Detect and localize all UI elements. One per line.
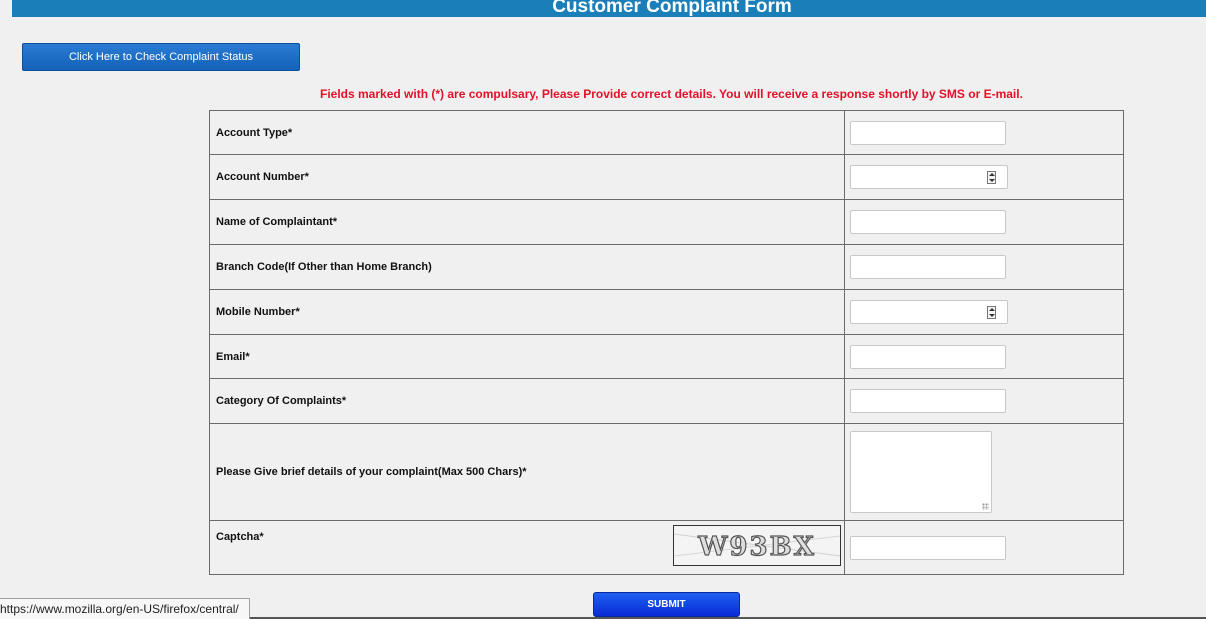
- complaint-details-textarea[interactable]: [849, 431, 992, 513]
- branch-code-input[interactable]: [849, 255, 1006, 279]
- page-title: Customer Complaint Form: [552, 0, 792, 17]
- branch-code-label: Branch Code(If Other than Home Branch): [209, 244, 845, 290]
- form-header: Customer Complaint Form: [12, 0, 1206, 17]
- complaintant-name-input[interactable]: [849, 210, 1006, 234]
- captcha-label: Captcha*: [216, 531, 264, 543]
- compulsory-fields-notice: Fields marked with (*) are compulsary, P…: [320, 87, 1023, 101]
- complaint-category-label: Category Of Complaints*: [209, 378, 845, 424]
- mobile-number-label: Mobile Number*: [209, 289, 845, 335]
- form-row-account-type: Account Type*: [209, 110, 1125, 155]
- check-complaint-status-button[interactable]: Click Here to Check Complaint Status: [22, 43, 300, 71]
- account-number-label: Account Number*: [209, 154, 845, 200]
- submit-button[interactable]: SUBMIT: [593, 592, 740, 617]
- account-type-input[interactable]: [849, 120, 1006, 145]
- form-row-account-number: Account Number*: [209, 154, 1125, 200]
- complaint-details-label: Please Give brief details of your compla…: [209, 423, 845, 521]
- captcha-cell: Captcha* W93BX: [209, 520, 845, 575]
- spinner-icon[interactable]: [986, 306, 996, 319]
- status-bar-url: https://www.mozilla.org/en-US/firefox/ce…: [0, 598, 250, 619]
- mobile-number-input[interactable]: [849, 300, 1008, 324]
- complaintant-name-label: Name of Complaintant*: [209, 199, 845, 245]
- captcha-input[interactable]: [849, 535, 1006, 560]
- form-row-captcha: Captcha* W93BX: [209, 520, 1125, 575]
- form-row-email: Email*: [209, 334, 1125, 379]
- form-row-complaint-details: Please Give brief details of your compla…: [209, 423, 1125, 521]
- resize-grip-icon[interactable]: [981, 503, 989, 510]
- email-label: Email*: [209, 334, 845, 379]
- form-row-branch-code: Branch Code(If Other than Home Branch): [209, 244, 1125, 290]
- captcha-text: W93BX: [697, 532, 816, 562]
- complaint-category-input[interactable]: [849, 389, 1006, 413]
- form-row-complaintant-name: Name of Complaintant*: [209, 199, 1125, 245]
- spinner-icon[interactable]: [986, 171, 996, 184]
- captcha-image: W93BX: [673, 525, 841, 566]
- account-number-input[interactable]: [849, 165, 1008, 189]
- account-type-label: Account Type*: [209, 110, 845, 155]
- form-row-mobile-number: Mobile Number*: [209, 289, 1125, 335]
- complaint-form-table: Account Type* Account Number* Name of Co…: [209, 110, 1125, 575]
- form-row-complaint-category: Category Of Complaints*: [209, 378, 1125, 424]
- email-input[interactable]: [849, 344, 1006, 369]
